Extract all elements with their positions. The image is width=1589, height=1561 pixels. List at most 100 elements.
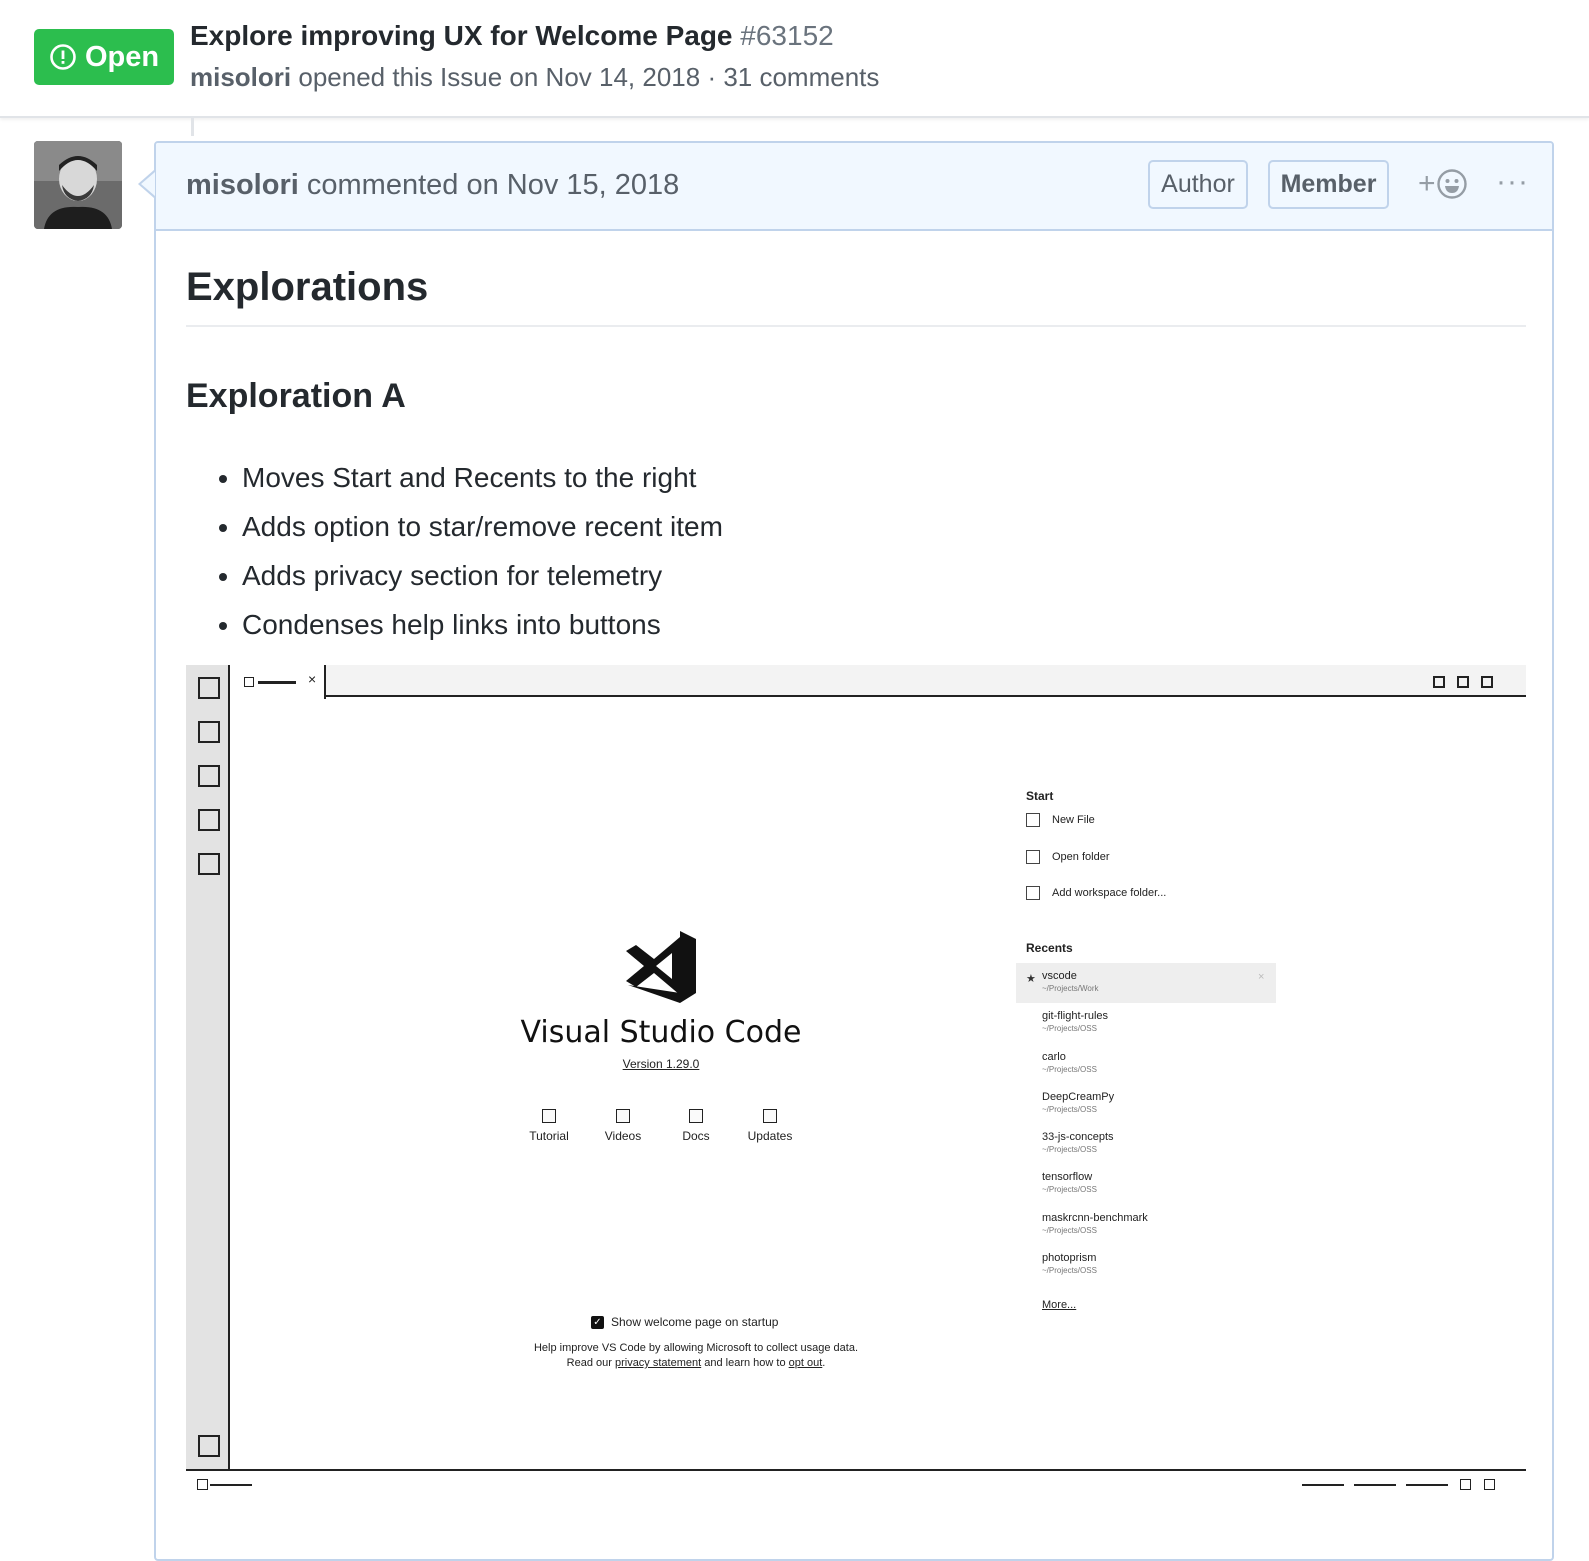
mockup-image[interactable]: × Visual Studio Code Version 1.29.0 Tuto… bbox=[186, 665, 1526, 1495]
help-label: Docs bbox=[682, 1129, 710, 1143]
recent-path: ~/Projects/OSS bbox=[1042, 1065, 1097, 1074]
recent-path: ~/Projects/OSS bbox=[1042, 1145, 1097, 1154]
issue-number: #63152 bbox=[740, 20, 834, 51]
start-item-label: Add workspace folder... bbox=[1052, 887, 1167, 899]
status-square-icon bbox=[197, 1479, 208, 1490]
version-link: Version 1.29.0 bbox=[622, 1057, 700, 1071]
activity-icon bbox=[198, 1435, 220, 1457]
videos-icon bbox=[616, 1109, 630, 1123]
recent-name: vscode bbox=[1042, 970, 1077, 982]
comment-date[interactable]: commented on Nov 15, 2018 bbox=[307, 169, 679, 201]
comment-byline: misolori commented on Nov 15, 2018 bbox=[186, 169, 679, 202]
issue-title: Explore improving UX for Welcome Page #6… bbox=[190, 20, 834, 52]
checkmark-icon: ✓ bbox=[591, 1315, 604, 1329]
editor-action-icon bbox=[1457, 676, 1469, 688]
recent-name: carlo bbox=[1042, 1051, 1066, 1063]
editor-action-icon bbox=[1433, 676, 1445, 688]
recent-path: ~/Projects/OSS bbox=[1042, 1105, 1097, 1114]
recent-item: git-flight-rules ~/Projects/OSS bbox=[1042, 1010, 1108, 1033]
avatar[interactable] bbox=[34, 141, 122, 229]
recent-name: photoprism bbox=[1042, 1252, 1097, 1264]
author-label: Author bbox=[1148, 160, 1248, 209]
recent-path: ~/Projects/OSS bbox=[1042, 1024, 1097, 1033]
recent-item: photoprism ~/Projects/OSS bbox=[1042, 1252, 1097, 1275]
show-welcome-label: Show welcome page on startup bbox=[611, 1315, 779, 1329]
tab-square-icon bbox=[244, 677, 254, 687]
recent-name: 33-js-concepts bbox=[1042, 1131, 1114, 1143]
recent-name: maskrcnn-benchmark bbox=[1042, 1212, 1148, 1224]
recent-path: ~/Projects/OSS bbox=[1042, 1185, 1097, 1194]
privacy-end-text: . bbox=[822, 1357, 826, 1369]
recent-item: 33-js-concepts ~/Projects/OSS bbox=[1042, 1131, 1114, 1154]
status-square-icon bbox=[1460, 1479, 1471, 1490]
help-label: Videos bbox=[604, 1129, 642, 1143]
status-badge: Open bbox=[34, 29, 174, 85]
start-item-label: Open folder bbox=[1052, 851, 1110, 863]
vscode-logo-icon bbox=[626, 931, 696, 1003]
help-tutorial: Tutorial bbox=[514, 1109, 584, 1143]
tab-close-icon: × bbox=[308, 671, 317, 687]
opt-out-link: opt out bbox=[788, 1357, 823, 1369]
mockup-activity-bar bbox=[186, 665, 230, 1469]
recent-item: carlo ~/Projects/OSS bbox=[1042, 1051, 1097, 1074]
start-add-workspace-folder: Add workspace folder... bbox=[1026, 886, 1166, 900]
heading-explorations: Explorations bbox=[186, 265, 429, 309]
help-label: Tutorial bbox=[529, 1129, 569, 1143]
add-folder-icon bbox=[1026, 886, 1040, 900]
help-label: Updates bbox=[747, 1129, 793, 1143]
add-reaction-button[interactable]: + bbox=[1418, 167, 1468, 201]
activity-icon bbox=[198, 677, 220, 699]
editor-action-icon bbox=[1481, 676, 1493, 688]
help-updates: Updates bbox=[735, 1109, 805, 1143]
more-options-icon[interactable]: ··· bbox=[1496, 165, 1529, 199]
activity-icon bbox=[198, 809, 220, 831]
bullet-list: Moves Start and Recents to the right Add… bbox=[242, 453, 723, 649]
start-item-label: New File bbox=[1052, 814, 1095, 826]
tutorial-icon bbox=[542, 1109, 556, 1123]
member-label: Member bbox=[1268, 160, 1389, 209]
new-file-icon bbox=[1026, 813, 1040, 827]
status-line bbox=[1406, 1484, 1448, 1486]
activity-icon bbox=[198, 721, 220, 743]
issue-header: Open Explore improving UX for Welcome Pa… bbox=[0, 0, 1589, 118]
issue-author-link[interactable]: misolori bbox=[190, 62, 291, 92]
smiley-icon bbox=[1436, 169, 1467, 199]
comment-author-link[interactable]: misolori bbox=[186, 169, 299, 201]
recent-path: ~/Projects/OSS bbox=[1042, 1226, 1097, 1235]
recent-item: vscode ~/Projects/Work bbox=[1042, 970, 1099, 993]
app-name: Visual Studio Code bbox=[520, 1015, 802, 1050]
star-icon: ★ bbox=[1026, 973, 1036, 985]
heading-divider bbox=[186, 325, 1526, 327]
list-item: Moves Start and Recents to the right bbox=[242, 453, 723, 502]
start-new-file: New File bbox=[1026, 813, 1095, 827]
recent-name: git-flight-rules bbox=[1042, 1010, 1109, 1022]
status-line bbox=[1354, 1484, 1396, 1486]
privacy-notice: Help improve VS Code by allowing Microso… bbox=[486, 1341, 906, 1371]
comment-header: misolori commented on Nov 15, 2018 Autho… bbox=[156, 143, 1552, 231]
privacy-read-text: Read our bbox=[566, 1357, 612, 1369]
status-label: Open bbox=[84, 40, 160, 73]
help-videos: Videos bbox=[588, 1109, 658, 1143]
issue-title-text: Explore improving UX for Welcome Page bbox=[190, 20, 733, 51]
comment-box: misolori commented on Nov 15, 2018 Autho… bbox=[154, 141, 1554, 1561]
start-heading: Start bbox=[1026, 789, 1054, 803]
more-recents-link: More... bbox=[1042, 1299, 1077, 1311]
recent-item: tensorflow ~/Projects/OSS bbox=[1042, 1171, 1097, 1194]
recent-path: ~/Projects/Work bbox=[1042, 984, 1099, 993]
timeline-line bbox=[191, 118, 194, 136]
list-item: Condenses help links into buttons bbox=[242, 600, 723, 649]
list-item: Adds privacy section for telemetry bbox=[242, 551, 723, 600]
show-welcome-checkbox: ✓ Show welcome page on startup bbox=[591, 1315, 778, 1329]
issue-meta-text: opened this Issue on Nov 14, 2018 · 31 c… bbox=[298, 62, 880, 92]
status-line bbox=[1302, 1484, 1344, 1486]
recents-heading: Recents bbox=[1026, 941, 1073, 955]
heading-exploration-a: Exploration A bbox=[186, 377, 406, 415]
mockup-tab-strip: × bbox=[230, 665, 1526, 699]
tab-title-line bbox=[258, 681, 296, 684]
privacy-mid-text: and learn how to bbox=[704, 1357, 786, 1369]
activity-icon bbox=[198, 765, 220, 787]
remove-recent-icon: × bbox=[1258, 971, 1265, 983]
recent-item: DeepCreamPy ~/Projects/OSS bbox=[1042, 1091, 1114, 1114]
activity-icon bbox=[198, 853, 220, 875]
comment-arrow-fill bbox=[141, 172, 155, 196]
